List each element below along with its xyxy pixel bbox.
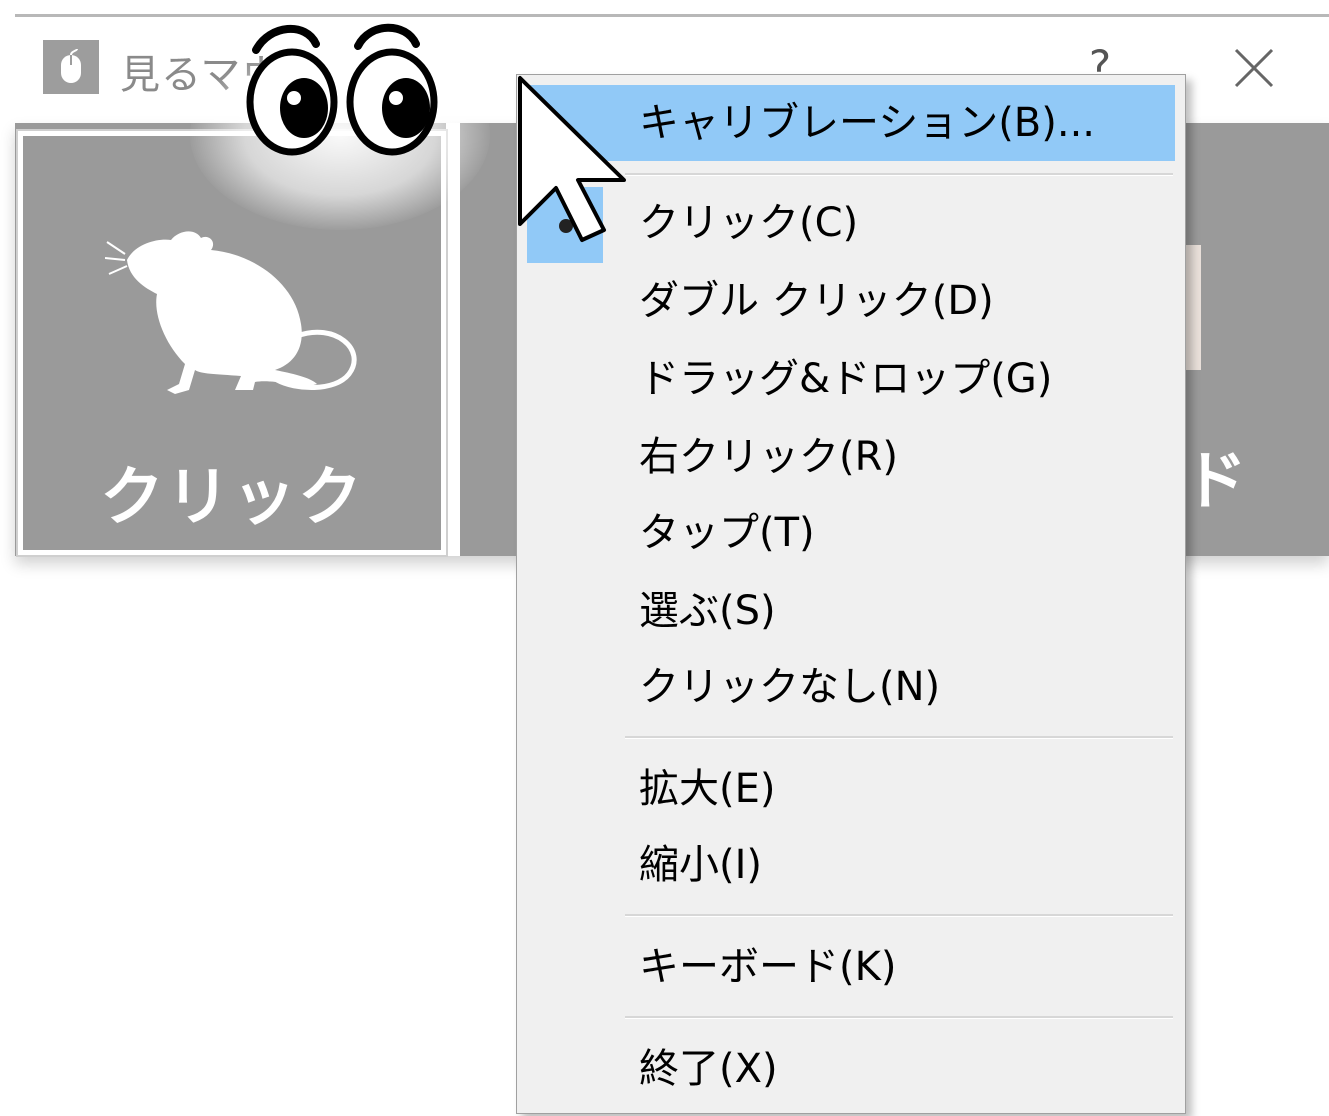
menu-item-no-click[interactable]: クリックなし(N) xyxy=(527,649,1175,725)
menu-item-double-click[interactable]: ダブル クリック(D) xyxy=(527,263,1175,339)
pointer-cursor-icon xyxy=(518,76,626,242)
mouse-icon xyxy=(43,40,99,94)
menu-item-label: キャリブレーション(B)... xyxy=(639,100,1095,146)
menu-item-label: ダブル クリック(D) xyxy=(639,278,994,324)
menu-separator xyxy=(625,173,1173,176)
menu-item-tap[interactable]: タップ(T) xyxy=(527,495,1175,571)
menu-item-select[interactable]: 選ぶ(S) xyxy=(527,573,1175,649)
menu-item-keyboard[interactable]: キーボード(K) xyxy=(527,929,1175,1005)
menu-item-label: 選ぶ(S) xyxy=(639,588,776,634)
menu-item-label: 終了(X) xyxy=(639,1046,778,1092)
menu-item-label: 右クリック(R) xyxy=(639,434,899,480)
menu-separator xyxy=(625,1016,1173,1019)
menu-item-exit[interactable]: 終了(X) xyxy=(527,1031,1175,1107)
menu-separator xyxy=(625,736,1173,739)
googly-eyes-icon xyxy=(246,23,438,156)
menu-item-zoom-in[interactable]: 拡大(E) xyxy=(527,751,1175,827)
menu-item-label: クリック(C) xyxy=(639,200,859,246)
card-accent-bar xyxy=(1185,245,1201,370)
menu-item-label: クリックなし(N) xyxy=(639,664,941,710)
mouse-animal-icon xyxy=(105,231,357,394)
screen: 見るマウス ? ド クリック xyxy=(0,0,1329,1116)
menu-item-right-click[interactable]: 右クリック(R) xyxy=(527,419,1175,495)
mode-card-label: クリック xyxy=(100,461,364,535)
menu-item-label: 拡大(E) xyxy=(639,766,776,812)
menu-item-zoom-out[interactable]: 縮小(I) xyxy=(527,827,1175,903)
menu-item-label: タップ(T) xyxy=(639,510,815,556)
close-icon xyxy=(1234,48,1274,88)
menu-item-label: キーボード(K) xyxy=(639,944,897,990)
top-divider xyxy=(15,14,1329,17)
menu-item-label: ドラッグ&ドロップ(G) xyxy=(639,356,1053,402)
close-button[interactable] xyxy=(1228,46,1280,90)
menu-item-drag-drop[interactable]: ドラッグ&ドロップ(G) xyxy=(527,341,1175,417)
mode-card-label-partial: ド xyxy=(1183,445,1243,519)
menu-item-label: 縮小(I) xyxy=(639,842,763,888)
menu-separator xyxy=(625,914,1173,917)
